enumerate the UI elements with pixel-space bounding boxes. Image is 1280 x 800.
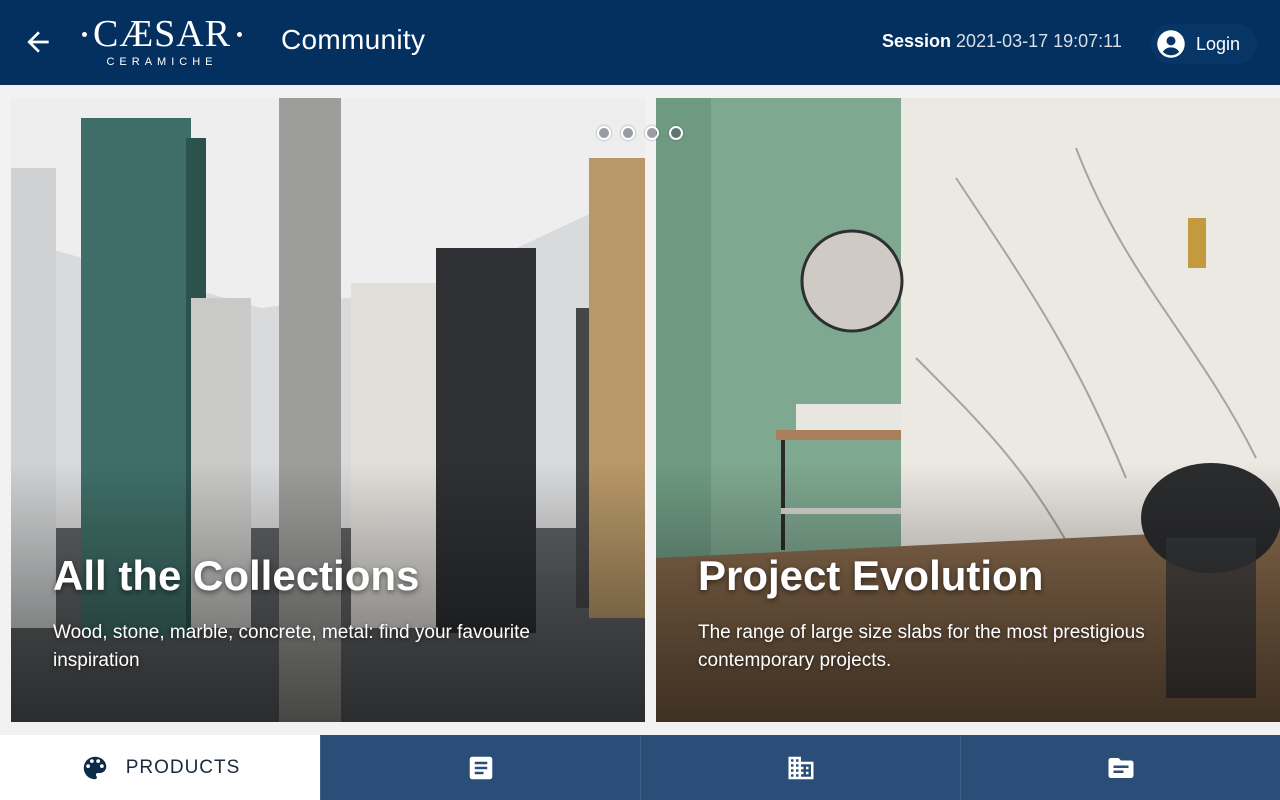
carousel-dot-4[interactable] — [669, 126, 683, 140]
session-label: Session — [882, 31, 952, 51]
bottom-navigation: PRODUCTS — [0, 735, 1280, 800]
caesar-logo[interactable]: CÆSAR CERAMICHE — [72, 14, 252, 70]
card-title: All the Collections — [53, 552, 420, 599]
card-all-collections[interactable]: All the Collections Wood, stone, marble,… — [11, 98, 645, 722]
card-title: Project Evolution — [698, 552, 1044, 599]
carousel-dot-2[interactable] — [621, 126, 635, 140]
session-info: Session 2021-03-17 19:07:11 — [882, 31, 1122, 52]
app-header: CÆSAR CERAMICHE Community Session 2021-0… — [0, 0, 1280, 85]
arrow-back-icon — [27, 31, 49, 53]
session-timestamp: 2021-03-17 19:07:11 — [956, 31, 1122, 51]
login-button[interactable]: Login — [1151, 24, 1257, 64]
nav-company[interactable] — [640, 735, 960, 800]
logo-subtitle: CERAMICHE — [106, 56, 218, 68]
nav-articles[interactable] — [320, 735, 640, 800]
nav-products[interactable]: PRODUCTS — [0, 735, 320, 800]
building-icon — [788, 756, 813, 779]
article-icon — [469, 756, 492, 779]
carousel-dot-3[interactable] — [645, 126, 659, 140]
account-circle-icon — [1157, 30, 1185, 58]
palette-icon — [83, 756, 106, 779]
card-description: Wood, stone, marble, concrete, metal: fi… — [53, 622, 530, 671]
carousel: All the Collections Wood, stone, marble,… — [0, 85, 1280, 735]
nav-products-label: PRODUCTS — [125, 756, 241, 778]
logo-wordmark: CÆSAR — [92, 13, 232, 55]
page-title: Community — [281, 24, 426, 55]
card-project-evolution[interactable]: Project Evolution The range of large siz… — [656, 98, 1280, 722]
back-button[interactable] — [22, 26, 54, 58]
nav-documents[interactable] — [960, 735, 1280, 800]
carousel-dot-1[interactable] — [597, 126, 611, 140]
folder-icon — [1108, 757, 1133, 778]
carousel-pagination — [597, 126, 683, 140]
login-label: Login — [1196, 33, 1241, 54]
card-description: The range of large size slabs for the mo… — [698, 622, 1145, 671]
